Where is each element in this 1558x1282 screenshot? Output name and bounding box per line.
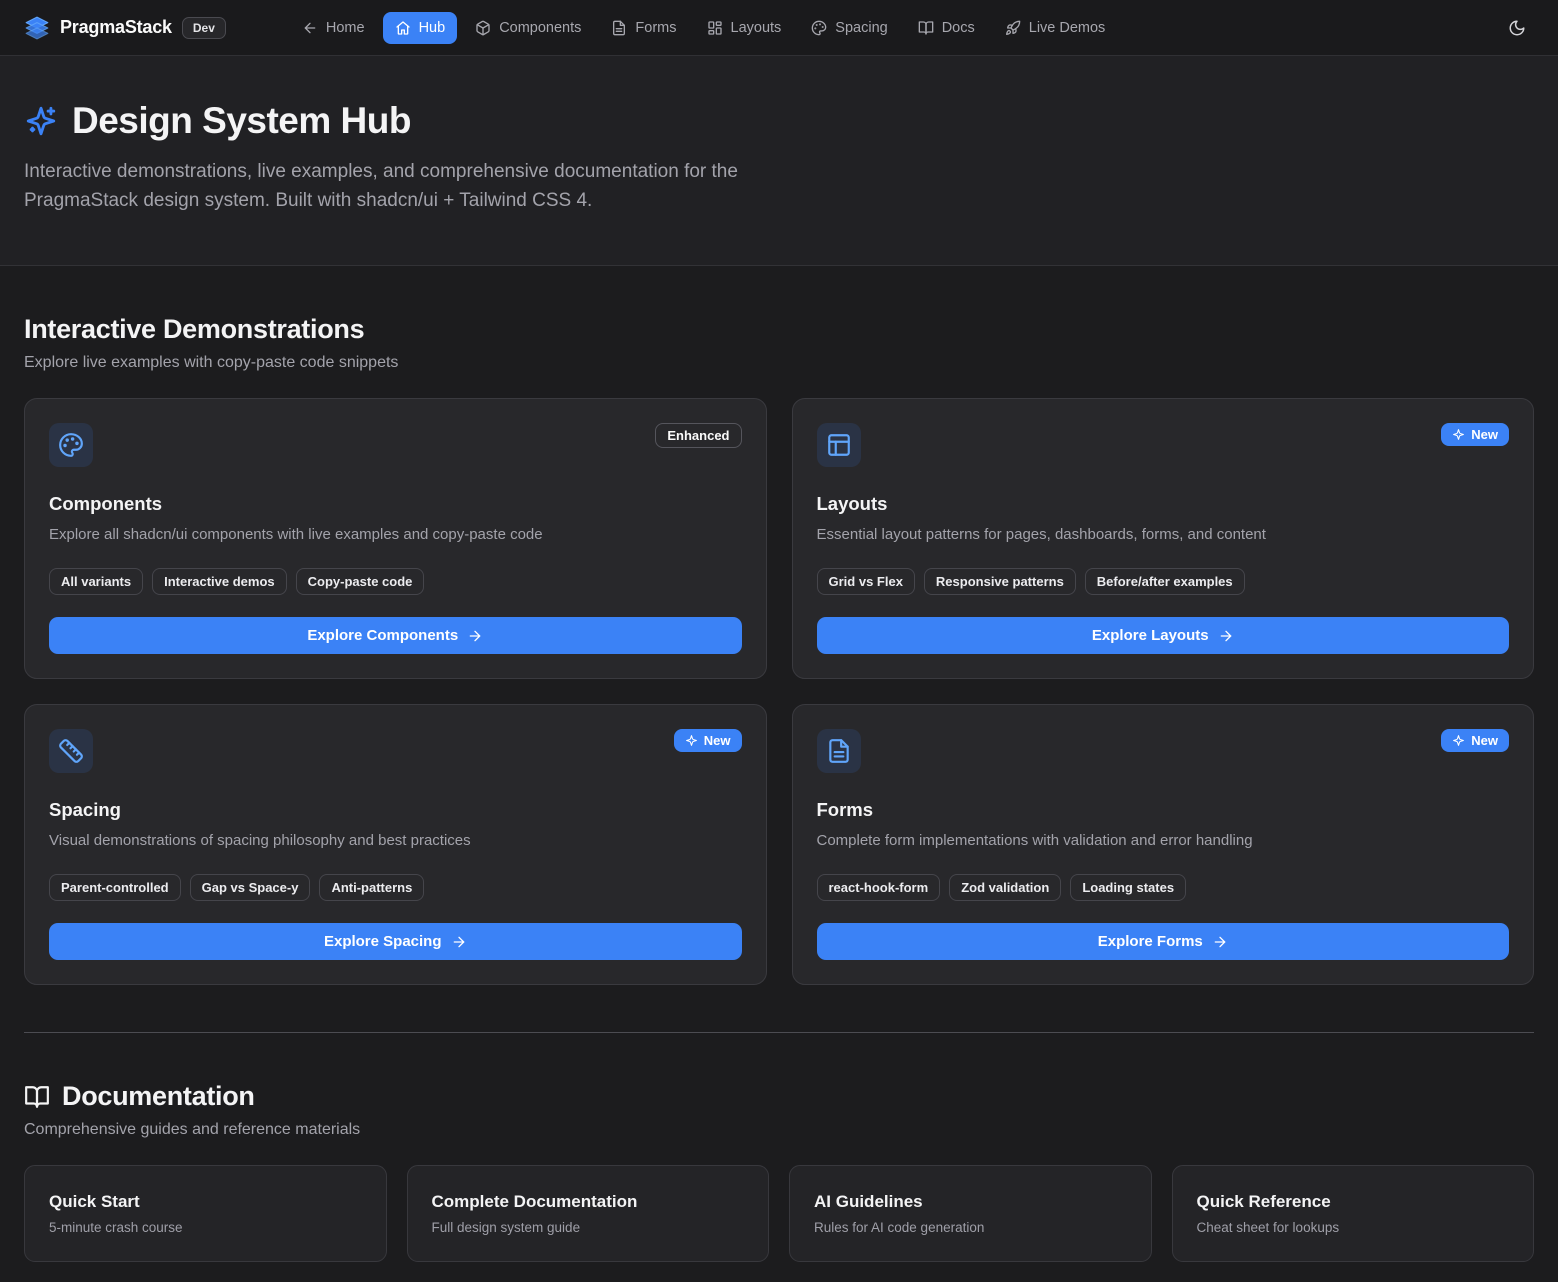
nav-item-live-demos[interactable]: Live Demos xyxy=(993,12,1118,44)
doc-card-subtitle: 5-minute crash course xyxy=(49,1220,362,1235)
tag: react-hook-form xyxy=(817,874,941,901)
card-description: Complete form implementations with valid… xyxy=(817,830,1510,851)
tag: Anti-patterns xyxy=(319,874,424,901)
doc-card-grid: Quick Start 5-minute crash course Comple… xyxy=(24,1165,1534,1262)
home-icon xyxy=(395,20,411,36)
demos-heading: Interactive Demonstrations xyxy=(24,314,1534,345)
arrow-left-icon xyxy=(302,20,318,36)
file-text-icon xyxy=(817,729,861,773)
tag: Parent-controlled xyxy=(49,874,181,901)
file-text-icon xyxy=(611,20,627,36)
tag: Loading states xyxy=(1070,874,1186,901)
sparkles-icon xyxy=(24,104,58,138)
nav-item-layouts[interactable]: Layouts xyxy=(695,12,794,44)
doc-card-title: Quick Reference xyxy=(1197,1192,1510,1212)
docs-section: Documentation Comprehensive guides and r… xyxy=(24,1081,1534,1262)
book-open-icon xyxy=(918,20,934,36)
tag: Responsive patterns xyxy=(924,568,1076,595)
tag: Before/after examples xyxy=(1085,568,1245,595)
doc-card-quick-reference[interactable]: Quick Reference Cheat sheet for lookups xyxy=(1172,1165,1535,1262)
new-badge: New xyxy=(1441,729,1509,752)
doc-card-subtitle: Full design system guide xyxy=(432,1220,745,1235)
doc-card-title: AI Guidelines xyxy=(814,1192,1127,1212)
nav-item-hub[interactable]: Hub xyxy=(383,12,458,44)
nav-item-components[interactable]: Components xyxy=(463,12,593,44)
layers-logo-icon xyxy=(24,15,50,41)
card-title: Components xyxy=(49,493,742,515)
doc-card-subtitle: Cheat sheet for lookups xyxy=(1197,1220,1510,1235)
doc-card-ai-guidelines[interactable]: AI Guidelines Rules for AI code generati… xyxy=(789,1165,1152,1262)
demos-subtitle: Explore live examples with copy-paste co… xyxy=(24,354,1534,372)
card-title: Layouts xyxy=(817,493,1510,515)
nav-item-home[interactable]: Home xyxy=(290,12,377,44)
explore-forms-button[interactable]: Explore Forms xyxy=(817,923,1510,960)
tag: Copy-paste code xyxy=(296,568,425,595)
book-open-icon xyxy=(24,1084,50,1110)
doc-card-complete-documentation[interactable]: Complete Documentation Full design syste… xyxy=(407,1165,770,1262)
tag-row: All variants Interactive demos Copy-past… xyxy=(49,568,742,595)
nav-items: Home Hub Components Forms Layouts xyxy=(290,12,1472,44)
theme-toggle-button[interactable] xyxy=(1500,11,1534,45)
sparkles-icon xyxy=(1452,734,1465,747)
card-title: Forms xyxy=(817,799,1510,821)
demo-card-grid: Enhanced Components Explore all shadcn/u… xyxy=(24,398,1534,985)
rocket-icon xyxy=(1005,20,1021,36)
nav-item-spacing[interactable]: Spacing xyxy=(799,12,899,44)
hero-section: Design System Hub Interactive demonstrat… xyxy=(0,56,1558,266)
moon-icon xyxy=(1508,19,1526,37)
new-badge: New xyxy=(1441,423,1509,446)
panels-top-left-icon xyxy=(817,423,861,467)
tag: Gap vs Space-y xyxy=(190,874,311,901)
nav-item-docs[interactable]: Docs xyxy=(906,12,987,44)
demo-card-forms: New Forms Complete form implementations … xyxy=(792,704,1535,985)
tag-row: Grid vs Flex Responsive patterns Before/… xyxy=(817,568,1510,595)
tag: All variants xyxy=(49,568,143,595)
tag-row: Parent-controlled Gap vs Space-y Anti-pa… xyxy=(49,874,742,901)
sparkles-icon xyxy=(1452,428,1465,441)
sparkles-icon xyxy=(685,734,698,747)
ruler-icon xyxy=(49,729,93,773)
doc-card-subtitle: Rules for AI code generation xyxy=(814,1220,1127,1235)
new-badge: New xyxy=(674,729,742,752)
tag: Interactive demos xyxy=(152,568,287,595)
doc-card-title: Quick Start xyxy=(49,1192,362,1212)
palette-icon xyxy=(811,20,827,36)
dev-badge: Dev xyxy=(182,17,226,39)
demo-card-layouts: New Layouts Essential layout patterns fo… xyxy=(792,398,1535,679)
tag: Zod validation xyxy=(949,874,1061,901)
brand-name: PragmaStack xyxy=(60,17,172,38)
explore-spacing-button[interactable]: Explore Spacing xyxy=(49,923,742,960)
explore-layouts-button[interactable]: Explore Layouts xyxy=(817,617,1510,654)
tag: Grid vs Flex xyxy=(817,568,915,595)
docs-heading: Documentation xyxy=(24,1081,1534,1112)
section-divider xyxy=(24,1032,1534,1033)
card-description: Visual demonstrations of spacing philoso… xyxy=(49,830,742,851)
enhanced-badge: Enhanced xyxy=(655,423,741,448)
demo-card-components: Enhanced Components Explore all shadcn/u… xyxy=(24,398,767,679)
card-description: Explore all shadcn/ui components with li… xyxy=(49,524,742,545)
brand[interactable]: PragmaStack Dev xyxy=(24,15,226,41)
demos-section: Interactive Demonstrations Explore live … xyxy=(24,314,1534,985)
arrow-right-icon xyxy=(451,934,467,950)
arrow-right-icon xyxy=(467,628,483,644)
page-title: Design System Hub xyxy=(72,100,411,142)
arrow-right-icon xyxy=(1212,934,1228,950)
docs-subtitle: Comprehensive guides and reference mater… xyxy=(24,1121,1534,1139)
card-title: Spacing xyxy=(49,799,742,821)
nav-item-forms[interactable]: Forms xyxy=(599,12,688,44)
card-description: Essential layout patterns for pages, das… xyxy=(817,524,1510,545)
explore-components-button[interactable]: Explore Components xyxy=(49,617,742,654)
top-navbar: PragmaStack Dev Home Hub Components Fo xyxy=(0,0,1558,56)
demo-card-spacing: New Spacing Visual demonstrations of spa… xyxy=(24,704,767,985)
doc-card-title: Complete Documentation xyxy=(432,1192,745,1212)
arrow-right-icon xyxy=(1218,628,1234,644)
box-icon xyxy=(475,20,491,36)
page-description: Interactive demonstrations, live example… xyxy=(24,158,764,215)
tag-row: react-hook-form Zod validation Loading s… xyxy=(817,874,1510,901)
main-content: Interactive Demonstrations Explore live … xyxy=(0,314,1558,1262)
palette-icon xyxy=(49,423,93,467)
layout-dashboard-icon xyxy=(707,20,723,36)
doc-card-quick-start[interactable]: Quick Start 5-minute crash course xyxy=(24,1165,387,1262)
